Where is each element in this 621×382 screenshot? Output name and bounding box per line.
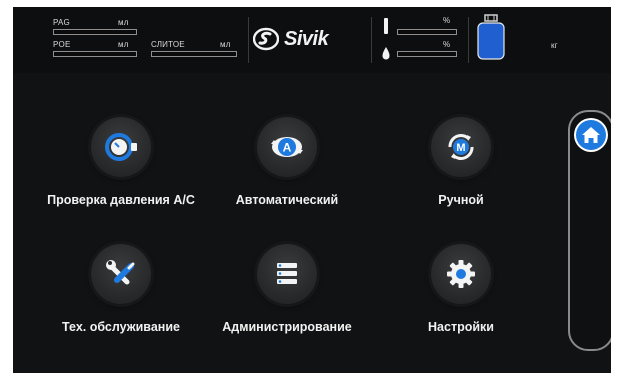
poe-label: POE (53, 40, 71, 49)
settings-button[interactable] (431, 244, 491, 304)
bottom-percent-bar (397, 51, 457, 57)
uv-unit: мл (220, 40, 231, 49)
refrigerant-tank-icon (477, 14, 505, 60)
automatic-tile[interactable]: A Автоматический (212, 117, 362, 237)
administration-button[interactable] (257, 244, 317, 304)
settings-tile[interactable]: Настройки (386, 244, 536, 364)
device-screen: PAG мл POE мл СЛИТОЕ мл Sivik % % кг Про… (13, 7, 611, 373)
automatic-button[interactable]: A (257, 117, 317, 177)
manual-mode-icon: M (448, 134, 474, 160)
divider (468, 17, 469, 63)
gear-icon (447, 260, 475, 288)
poe-level-bar (53, 51, 137, 57)
uv-level-bar (151, 51, 237, 57)
uv-label: СЛИТОЕ (151, 40, 185, 49)
pag-level-bar (53, 29, 137, 35)
pressure-check-tile[interactable]: Проверка давления А/С (46, 117, 196, 237)
pressure-gauge-icon (105, 133, 137, 161)
pag-label: PAG (53, 18, 70, 27)
status-header: PAG мл POE мл СЛИТОЕ мл Sivik % % кг (13, 7, 611, 73)
home-icon (576, 120, 606, 150)
svg-text:A: A (283, 141, 292, 155)
auto-mode-icon: A (271, 137, 303, 157)
settings-label: Настройки (428, 320, 494, 334)
top-percent-bar (397, 29, 457, 35)
pressure-check-button[interactable] (91, 117, 151, 177)
divider (371, 17, 372, 63)
manual-tile[interactable]: M Ручной (386, 117, 536, 237)
percent-top-unit: % (443, 16, 451, 25)
administration-tile[interactable]: Администрирование (212, 244, 362, 364)
home-button[interactable] (574, 118, 608, 152)
pag-unit: мл (118, 18, 129, 27)
divider (248, 17, 249, 63)
svg-text:M: M (456, 142, 465, 154)
maintenance-button[interactable] (91, 244, 151, 304)
list-icon (277, 263, 297, 284)
wrench-screwdriver-icon (106, 260, 135, 285)
brand-logo: Sivik (253, 23, 361, 55)
brand-name: Sivik (284, 27, 329, 50)
poe-unit: мл (118, 40, 129, 49)
manual-label: Ручной (438, 193, 484, 207)
percent-bottom-unit: % (443, 40, 451, 49)
brand-emblem-icon (253, 27, 279, 51)
manual-button[interactable]: M (431, 117, 491, 177)
side-panel (568, 110, 611, 351)
temperature-humidity-icon (382, 18, 390, 60)
kg-unit: кг (551, 41, 558, 50)
maintenance-tile[interactable]: Тех. обслуживание (46, 244, 196, 364)
